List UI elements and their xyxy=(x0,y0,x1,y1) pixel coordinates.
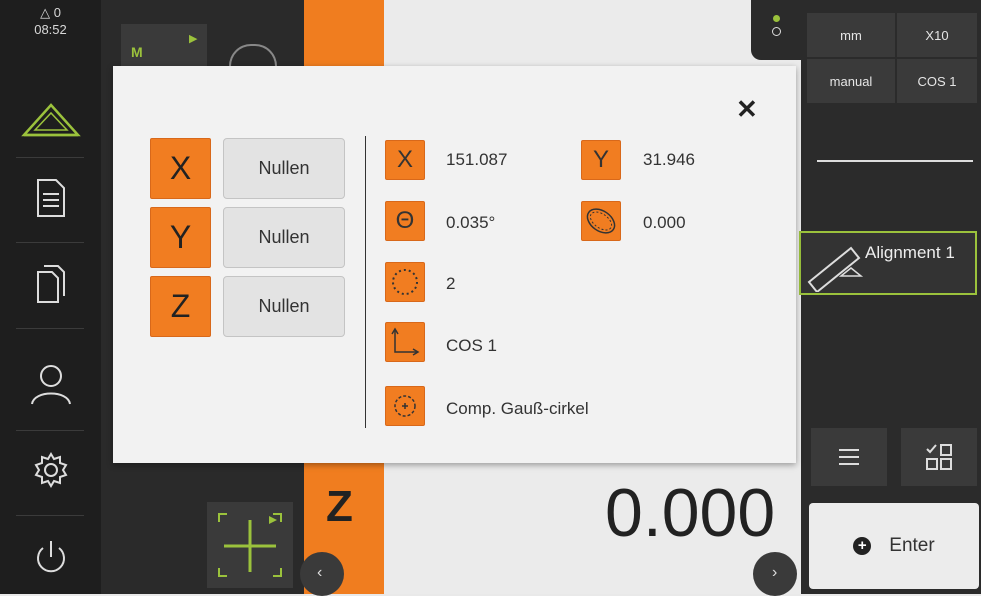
settings-icon xyxy=(34,452,67,488)
feature-alignment-1[interactable]: Alignment 1 xyxy=(799,231,977,295)
warning-count: 0 xyxy=(53,5,61,20)
position-value: 0.000 xyxy=(605,475,776,551)
enter-label: Enter xyxy=(889,535,935,556)
chevron-right-icon: › xyxy=(772,564,778,581)
sidebar-item-report[interactable] xyxy=(0,170,101,226)
zero-z-button[interactable]: Nullen xyxy=(223,276,345,337)
axis-label-z: Z xyxy=(326,482,353,531)
select-features-button[interactable] xyxy=(901,428,977,486)
sidebar-item-files[interactable] xyxy=(0,256,101,312)
points-value: 2 xyxy=(446,274,456,293)
dialog-divider xyxy=(365,136,366,428)
feature-label: Alignment 1 xyxy=(865,243,955,262)
y-position-value: 31.946 xyxy=(643,150,695,169)
fit-algorithm-value: Comp. Gauß-cirkel xyxy=(446,399,589,418)
enter-button[interactable]: + Enter xyxy=(809,503,979,589)
form-error-value: 0.000 xyxy=(643,213,686,232)
sidebar-item-settings[interactable] xyxy=(0,442,101,498)
sidebar-divider xyxy=(16,515,84,516)
status-area: △ 0 08:52 xyxy=(0,4,101,38)
sidebar-item-power[interactable] xyxy=(0,530,101,586)
measure-icon xyxy=(20,103,81,137)
x-position-value: 151.087 xyxy=(446,150,508,169)
power-icon xyxy=(36,541,65,573)
sidebar-divider xyxy=(16,157,84,158)
unit-button[interactable]: mm xyxy=(807,13,895,57)
fit-algorithm-icon xyxy=(385,386,425,426)
clock-time: 08:52 xyxy=(34,22,67,37)
select-grid-icon xyxy=(926,444,952,470)
chevron-left-icon: ‹ xyxy=(317,564,323,581)
files-icon xyxy=(36,265,65,303)
main-menu-sidebar: △ 0 08:52 xyxy=(0,0,101,594)
close-icon[interactable]: ✕ xyxy=(736,94,758,125)
scale-button[interactable]: X10 xyxy=(897,13,977,57)
angle-icon: Θ xyxy=(385,201,425,241)
y-position-icon: Y xyxy=(581,140,621,180)
axis-x-button[interactable]: X xyxy=(150,138,211,199)
play-icon: ▶ xyxy=(189,33,198,45)
sidebar-divider xyxy=(16,242,84,243)
alignment-icon xyxy=(807,246,864,292)
coordinate-system-icon xyxy=(385,322,425,362)
status-leds xyxy=(751,0,801,60)
report-icon xyxy=(36,179,65,217)
axis-y-button[interactable]: Y xyxy=(150,207,211,268)
angle-value: 0.035° xyxy=(446,213,496,232)
sidebar-item-measure[interactable] xyxy=(0,92,101,146)
zero-y-button[interactable]: Nullen xyxy=(223,207,345,268)
crosshair-icon xyxy=(218,513,282,577)
right-panel: mm X10 manual COS 1 Alignment 1 + Enter xyxy=(751,0,981,594)
sidebar-divider xyxy=(16,328,84,329)
led-active-icon xyxy=(773,15,780,22)
zero-x-button[interactable]: Nullen xyxy=(223,138,345,199)
gauge-icon xyxy=(229,44,277,68)
coordinate-system-value: COS 1 xyxy=(446,336,498,355)
points-icon xyxy=(385,262,425,302)
expand-right-button[interactable]: › xyxy=(753,552,797,596)
mode-button[interactable]: manual xyxy=(807,59,895,103)
warning-triangle-icon: △ xyxy=(40,5,51,20)
axis-z-button[interactable]: Z xyxy=(150,276,211,337)
cos-button[interactable]: COS 1 xyxy=(897,59,977,103)
plus-circle-icon: + xyxy=(853,537,872,555)
collapse-left-button[interactable]: ‹ xyxy=(300,552,344,596)
led-inactive-icon xyxy=(772,27,781,36)
feature-details-dialog: ✕ X Nullen Y Nullen Z Nullen X 151.087 Y… xyxy=(113,66,796,463)
menu-button[interactable] xyxy=(811,428,887,486)
form-error-icon xyxy=(581,201,621,241)
feature-divider xyxy=(817,160,973,162)
manual-mode-icon: M xyxy=(131,44,143,60)
hamburger-icon xyxy=(839,449,859,465)
sidebar-item-user[interactable] xyxy=(0,356,101,412)
sidebar-divider xyxy=(16,430,84,431)
user-icon xyxy=(30,365,71,405)
auto-measure-button[interactable] xyxy=(207,502,293,588)
x-position-icon: X xyxy=(385,140,425,180)
